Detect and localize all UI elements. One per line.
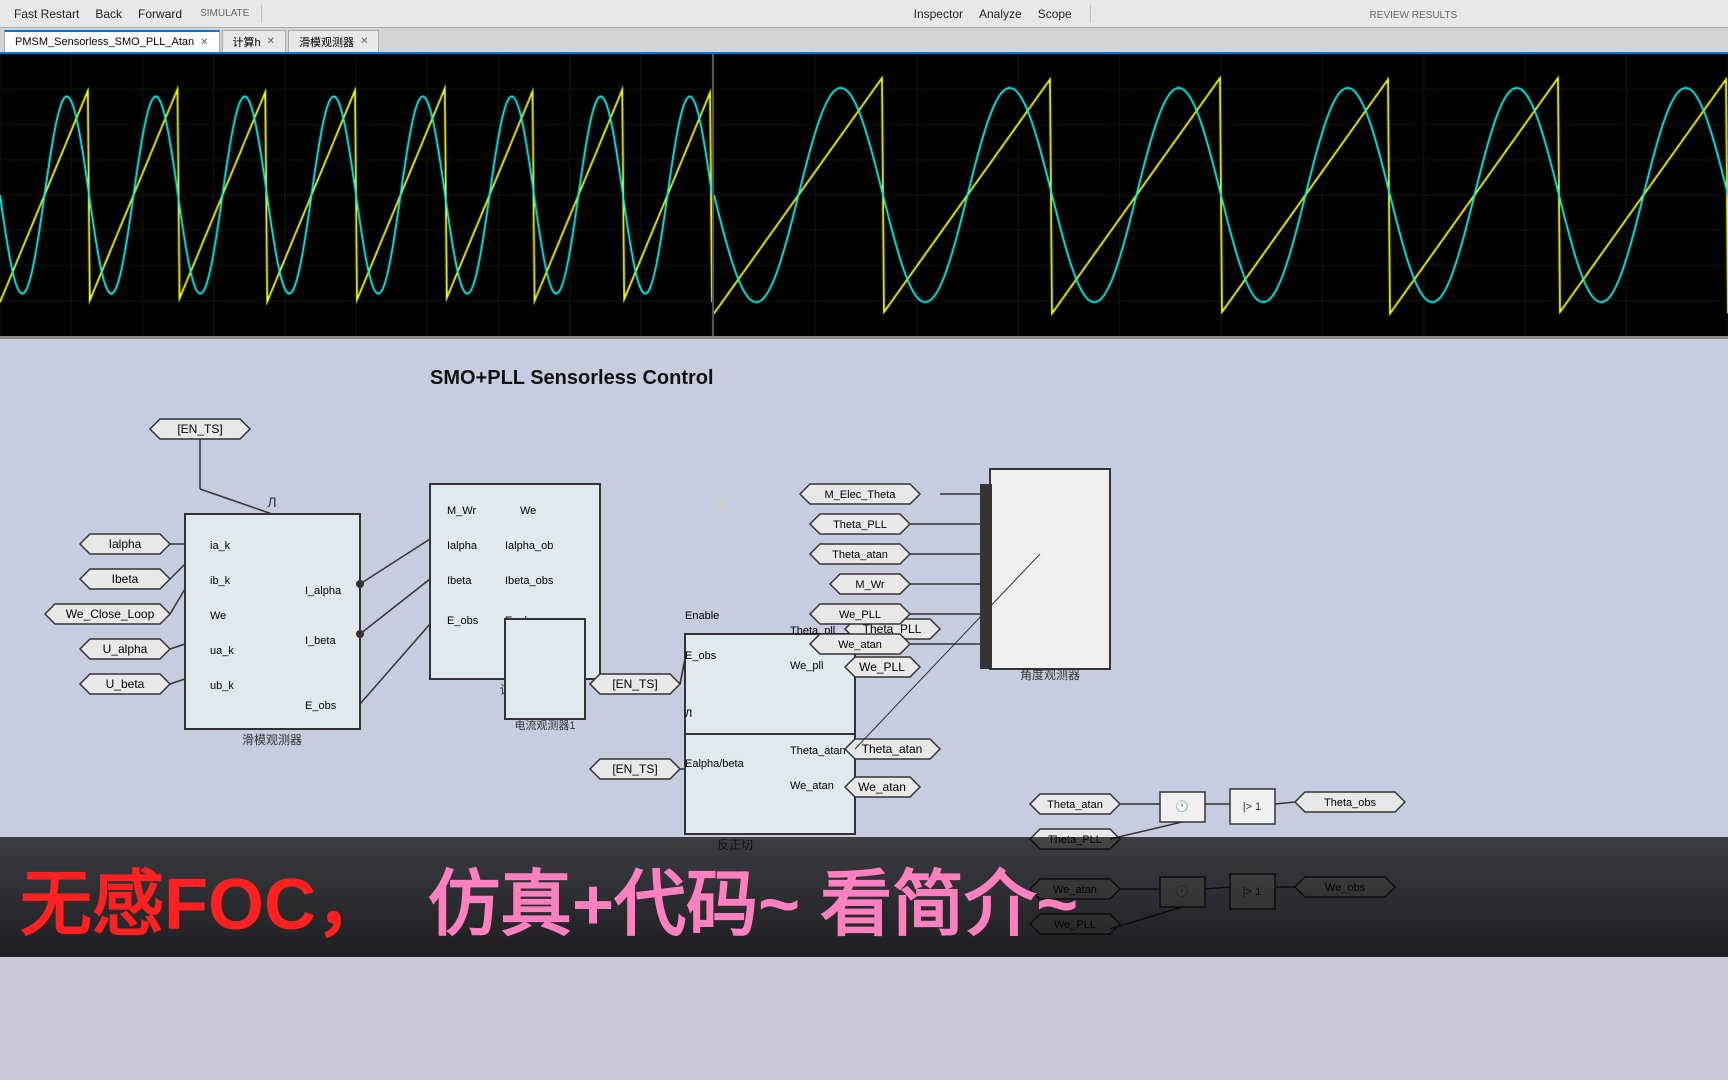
svg-text:[EN_TS]: [EN_TS] xyxy=(177,422,222,436)
svg-text:Theta_obs: Theta_obs xyxy=(1324,797,1376,809)
svg-text:🕐: 🕐 xyxy=(1175,800,1189,813)
scope-left xyxy=(0,54,714,336)
review-results-label: REVIEW RESULTS xyxy=(1370,10,1458,21)
svg-text:ub_k: ub_k xyxy=(210,680,234,692)
svg-text:[EN_TS]: [EN_TS] xyxy=(612,762,657,776)
svg-text:E_obs: E_obs xyxy=(305,700,337,712)
svg-text:We: We xyxy=(520,505,536,517)
svg-text:We_PLL: We_PLL xyxy=(859,660,905,674)
svg-text:◀: ◀ xyxy=(712,496,725,513)
svg-text:Theta_atan: Theta_atan xyxy=(862,742,923,756)
svg-text:M_Wr: M_Wr xyxy=(447,505,476,517)
tab-main-close[interactable]: ✕ xyxy=(200,37,208,48)
svg-text:We: We xyxy=(210,610,226,622)
svg-text:Ealpha/beta: Ealpha/beta xyxy=(685,758,745,770)
svg-text:Ialpha: Ialpha xyxy=(109,537,142,551)
bottom-overlay: 无感FOC， 仿真+代码~ 看简介~ xyxy=(0,837,1728,957)
svg-text:Л: Л xyxy=(267,494,276,510)
toolbar-simulate-section: Fast Restart Back Forward SIMULATE xyxy=(8,5,262,23)
svg-text:E_obs: E_obs xyxy=(685,650,717,662)
tabbar: PMSM_Sensorless_SMO_PLL_Atan ✕ 计算h ✕ 滑模观… xyxy=(0,28,1728,54)
svg-text:Ibeta_obs: Ibeta_obs xyxy=(505,575,554,587)
svg-text:ua_k: ua_k xyxy=(210,645,234,657)
tab-main-label: PMSM_Sensorless_SMO_PLL_Atan xyxy=(15,36,194,48)
svg-text:角度观测器: 角度观测器 xyxy=(1020,667,1080,682)
bottom-text-pink: 仿真+代码~ 看简介~ xyxy=(428,845,1078,950)
svg-text:I_alpha: I_alpha xyxy=(305,585,342,597)
tab-smo[interactable]: 滑模观测器 ✕ xyxy=(288,30,379,52)
svg-text:Theta_PLL: Theta_PLL xyxy=(833,519,887,531)
svg-text:We_Close_Loop: We_Close_Loop xyxy=(66,607,155,621)
svg-text:ia_k: ia_k xyxy=(210,540,231,552)
svg-text:We_atan: We_atan xyxy=(838,639,882,651)
toolbar-tools-section: Inspector Analyze Scope xyxy=(908,5,1091,23)
scope-button[interactable]: Scope xyxy=(1032,5,1078,23)
svg-text:Ibeta: Ibeta xyxy=(447,575,472,587)
toolbar: Fast Restart Back Forward SIMULATE Inspe… xyxy=(0,0,1728,28)
svg-text:Ibeta: Ibeta xyxy=(112,572,139,586)
svg-text:Л: Л xyxy=(685,708,692,720)
svg-text:Enable: Enable xyxy=(685,610,719,622)
svg-text:We_pll: We_pll xyxy=(790,660,823,672)
tab-calch-close[interactable]: ✕ xyxy=(267,36,275,47)
svg-text:We_PLL: We_PLL xyxy=(839,609,881,621)
simulate-label: SIMULATE xyxy=(200,8,249,19)
svg-text:|> 1: |> 1 xyxy=(1243,801,1261,813)
diagram-area: SMO+PLL Sensorless Control [EN_TS] Ialph… xyxy=(0,339,1728,957)
svg-text:Theta_atan: Theta_atan xyxy=(1047,799,1103,811)
scope-area xyxy=(0,54,1728,339)
tab-smo-label: 滑模观测器 xyxy=(299,34,354,50)
scope-right xyxy=(714,54,1728,336)
tab-calch-label: 计算h xyxy=(233,34,261,50)
svg-text:Ialpha_ob: Ialpha_ob xyxy=(505,540,553,552)
fast-restart-button[interactable]: Fast Restart xyxy=(8,5,85,23)
svg-text:电流观测器1: 电流观测器1 xyxy=(514,718,575,732)
svg-text:U_alpha: U_alpha xyxy=(103,642,148,656)
svg-text:SMO+PLL Sensorless Control: SMO+PLL Sensorless Control xyxy=(430,367,714,389)
svg-text:Ialpha: Ialpha xyxy=(447,540,478,552)
svg-text:E_obs: E_obs xyxy=(447,615,479,627)
svg-text:M_Wr: M_Wr xyxy=(855,579,884,591)
svg-text:滑模观测器: 滑模观测器 xyxy=(242,733,302,747)
svg-text:I_beta: I_beta xyxy=(305,635,336,647)
tab-smo-close[interactable]: ✕ xyxy=(360,36,368,47)
bottom-text-red: 无感FOC， xyxy=(20,845,388,950)
forward-button[interactable]: Forward xyxy=(132,5,188,23)
tab-main[interactable]: PMSM_Sensorless_SMO_PLL_Atan ✕ xyxy=(4,30,220,52)
svg-text:Theta_atan: Theta_atan xyxy=(832,549,888,561)
svg-text:Theta_atan: Theta_atan xyxy=(790,745,846,757)
analyze-button[interactable]: Analyze xyxy=(973,5,1028,23)
svg-text:[EN_TS]: [EN_TS] xyxy=(612,677,657,691)
inspector-button[interactable]: Inspector xyxy=(908,5,969,23)
svg-text:U_beta: U_beta xyxy=(106,677,145,691)
svg-text:We_atan: We_atan xyxy=(858,780,906,794)
svg-text:We_atan: We_atan xyxy=(790,780,834,792)
svg-text:M_Elec_Theta: M_Elec_Theta xyxy=(825,489,897,501)
svg-text:ib_k: ib_k xyxy=(210,575,231,587)
back-button[interactable]: Back xyxy=(89,5,128,23)
tab-calch[interactable]: 计算h ✕ xyxy=(222,30,287,52)
